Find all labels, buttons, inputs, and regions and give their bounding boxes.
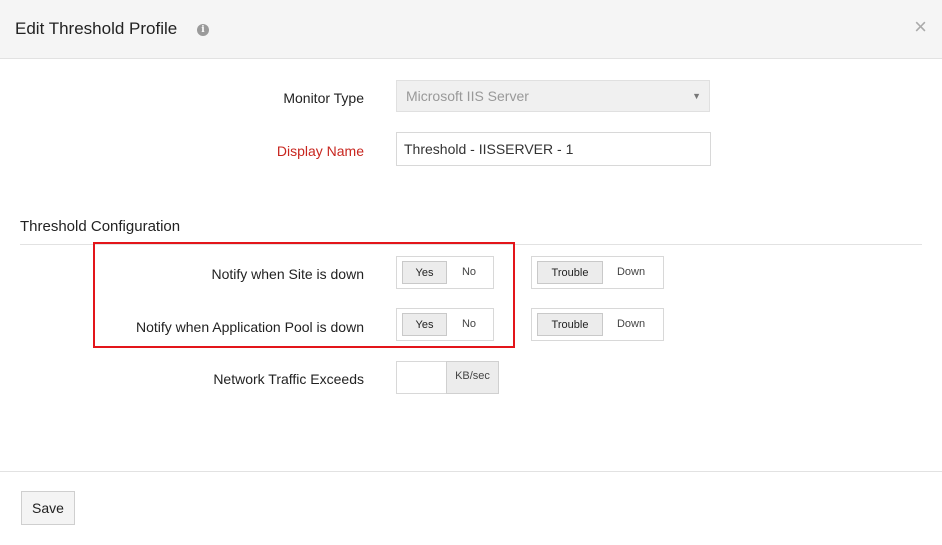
info-icon[interactable]: i bbox=[197, 24, 209, 36]
app-pool-down-severity-toggle: Trouble Down bbox=[531, 308, 664, 341]
dialog-title: Edit Threshold Profile bbox=[15, 19, 178, 38]
network-traffic-input[interactable] bbox=[396, 361, 446, 394]
threshold-configuration-title: Threshold Configuration bbox=[20, 218, 181, 235]
app-pool-down-severity-trouble[interactable]: Trouble bbox=[537, 313, 603, 336]
display-name-label: Display Name bbox=[276, 143, 364, 159]
monitor-type-label: Monitor Type bbox=[283, 90, 364, 106]
site-down-severity-trouble[interactable]: Trouble bbox=[537, 261, 603, 284]
highlight-box bbox=[93, 242, 515, 348]
footer-divider bbox=[0, 471, 942, 472]
close-icon[interactable]: × bbox=[914, 16, 927, 38]
monitor-type-select[interactable]: Microsoft IIS Server ▼ bbox=[396, 80, 710, 112]
monitor-type-value: Microsoft IIS Server bbox=[406, 88, 529, 104]
network-traffic-unit: KB/sec bbox=[446, 361, 499, 394]
chevron-down-icon: ▼ bbox=[692, 91, 701, 101]
dialog-header: Edit Threshold Profile i × bbox=[0, 0, 942, 59]
app-pool-down-severity-down[interactable]: Down bbox=[606, 313, 656, 336]
network-traffic-label: Network Traffic Exceeds bbox=[213, 371, 364, 387]
site-down-severity-down[interactable]: Down bbox=[606, 261, 656, 284]
site-down-severity-toggle: Trouble Down bbox=[531, 256, 664, 289]
display-name-input[interactable] bbox=[396, 132, 711, 166]
save-button[interactable]: Save bbox=[21, 491, 75, 525]
